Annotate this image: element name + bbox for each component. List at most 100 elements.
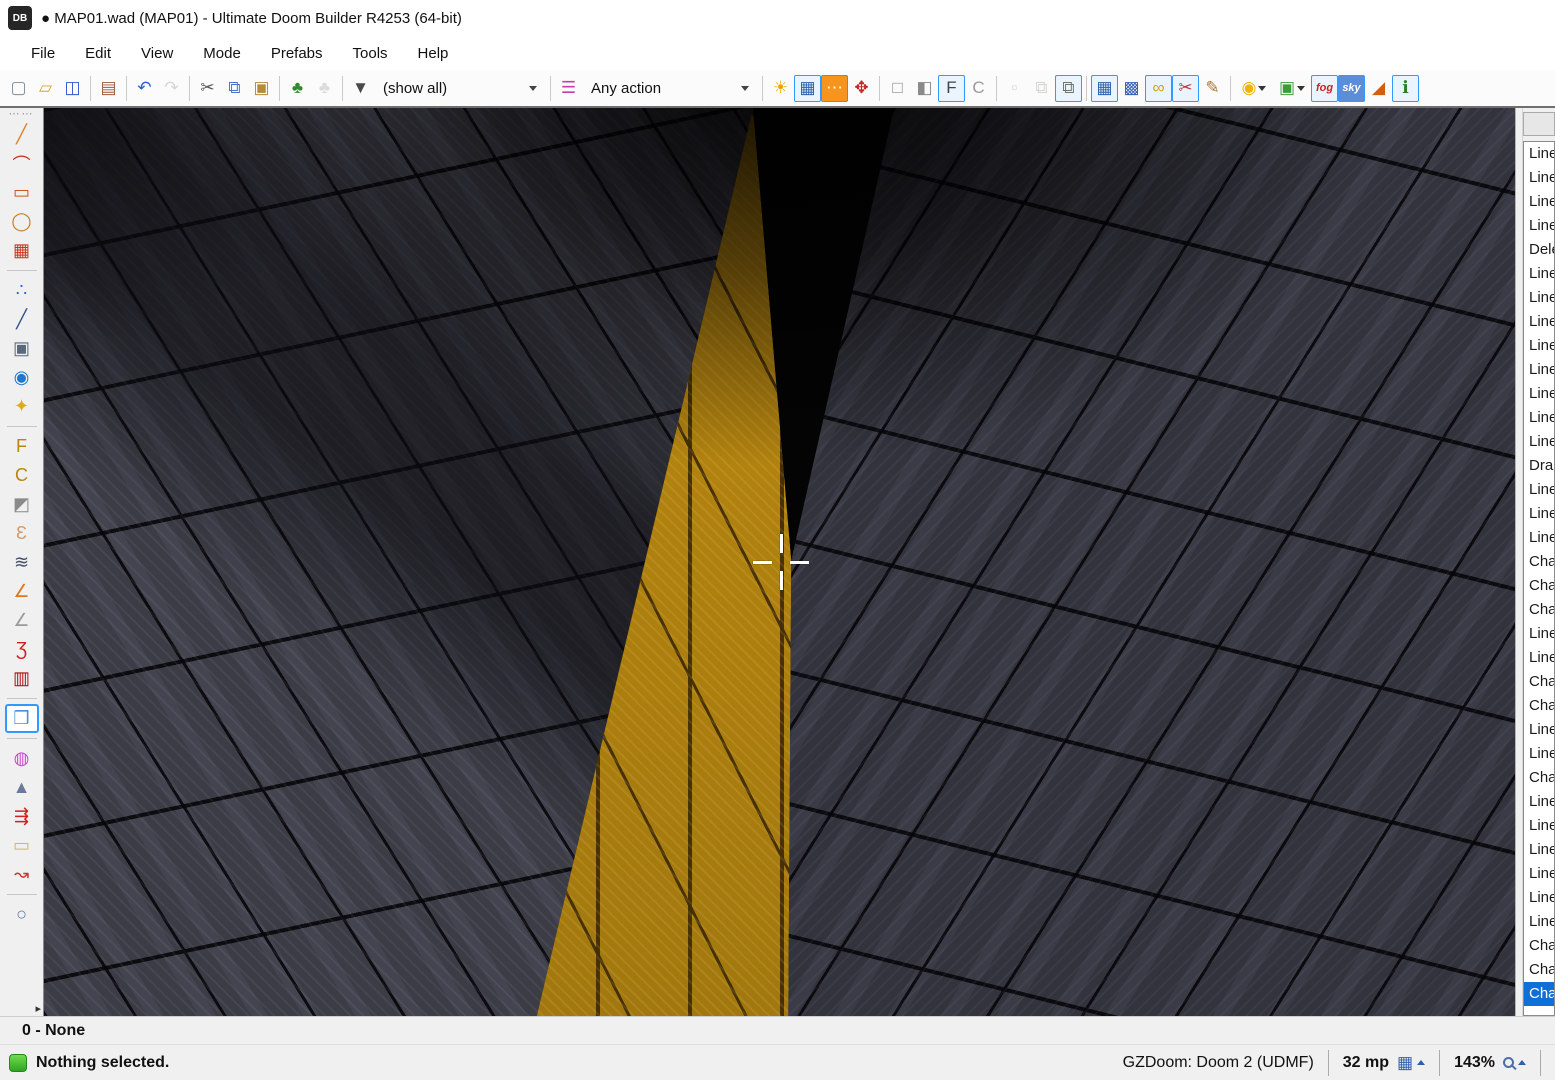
undo-history-item[interactable]: Cha <box>1524 550 1554 574</box>
undo-history-item[interactable]: Line <box>1524 382 1554 406</box>
undo-history-item[interactable]: Dra <box>1524 454 1554 478</box>
undo-history-item[interactable]: Cha <box>1524 670 1554 694</box>
grid-size-dropdown-arrow-icon[interactable] <box>1417 1060 1425 1065</box>
undo-history-item[interactable]: Line <box>1524 838 1554 862</box>
linedef-action-dropdown[interactable]: Any action <box>582 76 758 101</box>
find-replace-tool[interactable]: ○ <box>5 900 39 929</box>
menu-prefabs[interactable]: Prefabs <box>256 39 338 68</box>
auto-merge-geometry-toggle[interactable]: ∞ <box>1145 75 1172 102</box>
filter-icon[interactable]: ▼ <box>347 75 374 102</box>
slope-handles-toggle[interactable]: ◢ <box>1365 75 1392 102</box>
undo-history-item[interactable]: Line <box>1524 742 1554 766</box>
draw-curve-mode[interactable]: ⌒ <box>5 149 39 178</box>
undo-history-item[interactable]: Line <box>1524 478 1554 502</box>
draw-lines-mode[interactable]: ╱ <box>5 120 39 149</box>
menu-mode[interactable]: Mode <box>188 39 256 68</box>
menu-view[interactable]: View <box>126 39 188 68</box>
undo-history-item[interactable]: Line <box>1524 862 1554 886</box>
undo-history-item[interactable]: Line <box>1524 814 1554 838</box>
save-map-button[interactable]: ◫ <box>59 75 86 102</box>
fixed-things-scale-toggle[interactable]: ✥ <box>848 75 875 102</box>
undo-history-item[interactable]: Line <box>1524 214 1554 238</box>
visual-mode[interactable]: ❒ <box>5 704 39 733</box>
open-map-button[interactable]: ▱ <box>32 75 59 102</box>
sectors-mode[interactable]: ▣ <box>5 334 39 363</box>
undo-history-item[interactable]: Cha <box>1524 958 1554 982</box>
undo-history-item[interactable]: Cha <box>1524 934 1554 958</box>
panel-header[interactable] <box>1523 112 1555 136</box>
undo-history-item[interactable]: Dele <box>1524 238 1554 262</box>
menu-edit[interactable]: Edit <box>70 39 126 68</box>
undo-history-item[interactable]: Line <box>1524 430 1554 454</box>
select-overlap-toggle[interactable]: ⧉ <box>1028 75 1055 102</box>
vertices-mode[interactable]: ∴ <box>5 276 39 305</box>
split-view-toggle[interactable]: ◧ <box>911 75 938 102</box>
toolbar-grip[interactable]: ⋯⋯ <box>9 110 35 120</box>
ceiling-surfaces-toggle[interactable]: C <box>965 75 992 102</box>
test-map-button[interactable]: ♣ <box>284 75 311 102</box>
auto-clear-sidedef-textures-toggle[interactable]: ✎ <box>1199 75 1226 102</box>
sky-toggle[interactable]: sky <box>1338 75 1365 102</box>
select-touching-toggle[interactable]: ▫ <box>1001 75 1028 102</box>
test-map-from-view-button[interactable]: ♣ <box>311 75 338 102</box>
info-panel-toggle[interactable]: ℹ <box>1392 75 1419 102</box>
linedef-action-icon[interactable]: ☰ <box>555 75 582 102</box>
undo-history-item[interactable]: Line <box>1524 526 1554 550</box>
undo-history-item[interactable]: Line <box>1524 286 1554 310</box>
grid-toggle[interactable]: ▦ <box>794 75 821 102</box>
undo-history-item[interactable]: Line <box>1524 646 1554 670</box>
cut-button[interactable]: ✂ <box>194 75 221 102</box>
undo-history-item[interactable]: Line <box>1524 334 1554 358</box>
brightness-mode[interactable]: ✦ <box>5 392 39 421</box>
zoom-icon[interactable] <box>1503 1057 1514 1068</box>
undo-history-item[interactable]: Line <box>1524 790 1554 814</box>
undo-history-item[interactable]: Line <box>1524 262 1554 286</box>
map-options-button[interactable]: ▤ <box>95 75 122 102</box>
undo-history-item[interactable]: Cha <box>1524 694 1554 718</box>
error-check-mode[interactable]: ▥ <box>5 664 39 693</box>
curve-linedefs-tool[interactable]: ↝ <box>5 860 39 889</box>
fog-toggle[interactable]: fog <box>1311 75 1338 102</box>
split-joined-sectors-toggle[interactable]: ✂ <box>1172 75 1199 102</box>
visual-mode-viewport[interactable] <box>44 108 1515 1016</box>
brightness-toggle[interactable]: ☀ <box>767 75 794 102</box>
make-sectors-mode[interactable]: ▭ <box>5 831 39 860</box>
dynamic-grid-toggle[interactable]: ▩ <box>1118 75 1145 102</box>
comments-toggle[interactable]: ⋯ <box>821 75 848 102</box>
undo-history-item[interactable]: Line <box>1524 406 1554 430</box>
floor-textures-mode[interactable]: F <box>5 432 39 461</box>
visplane-explorer-mode[interactable]: ◩ <box>5 490 39 519</box>
snap-to-grid-toggle[interactable]: ▦ <box>1091 75 1118 102</box>
new-map-button[interactable]: ▢ <box>5 75 32 102</box>
toolbar-overflow-button[interactable]: ▸ <box>35 1002 41 1015</box>
paste-button[interactable]: ▣ <box>248 75 275 102</box>
menu-help[interactable]: Help <box>403 39 464 68</box>
paste-properties-tool[interactable]: ⇶ <box>5 802 39 831</box>
undo-history-item[interactable]: Cha <box>1524 574 1554 598</box>
undo-button[interactable]: ↶ <box>131 75 158 102</box>
full-brightness-toggle[interactable]: □ <box>884 75 911 102</box>
ceiling-textures-mode[interactable]: C <box>5 461 39 490</box>
undo-history-item[interactable]: Line <box>1524 502 1554 526</box>
color-picker-tool[interactable]: ◍ <box>5 744 39 773</box>
draw-grid-mode[interactable]: ▦ <box>5 236 39 265</box>
floor-surfaces-toggle[interactable]: F <box>938 75 965 102</box>
linedefs-mode[interactable]: ╱ <box>5 305 39 334</box>
undo-history-item[interactable]: Line <box>1524 142 1554 166</box>
menu-file[interactable]: File <box>16 39 70 68</box>
draw-rectangle-mode[interactable]: ▭ <box>5 178 39 207</box>
undo-history-item[interactable]: Line <box>1524 886 1554 910</box>
sound-propagation-mode[interactable]: Ɛ <box>5 519 39 548</box>
undo-history-item[interactable]: Line <box>1524 166 1554 190</box>
dynamic-lights-dropdown[interactable]: ◉ <box>1235 75 1273 102</box>
panel-splitter[interactable] <box>1516 108 1523 1016</box>
grid-size-icon[interactable]: ▦ <box>1397 1053 1413 1073</box>
undo-history-item[interactable]: Line <box>1524 358 1554 382</box>
zoom-dropdown-arrow-icon[interactable] <box>1518 1060 1526 1065</box>
undo-history-item[interactable]: Cha <box>1524 766 1554 790</box>
copy-button[interactable]: ⧉ <box>221 75 248 102</box>
undo-history-item[interactable]: Cha <box>1524 598 1554 622</box>
things-filter-dropdown[interactable]: (show all) <box>374 76 546 101</box>
redo-button[interactable]: ↷ <box>158 75 185 102</box>
draw-ellipse-mode[interactable]: ◯ <box>5 207 39 236</box>
